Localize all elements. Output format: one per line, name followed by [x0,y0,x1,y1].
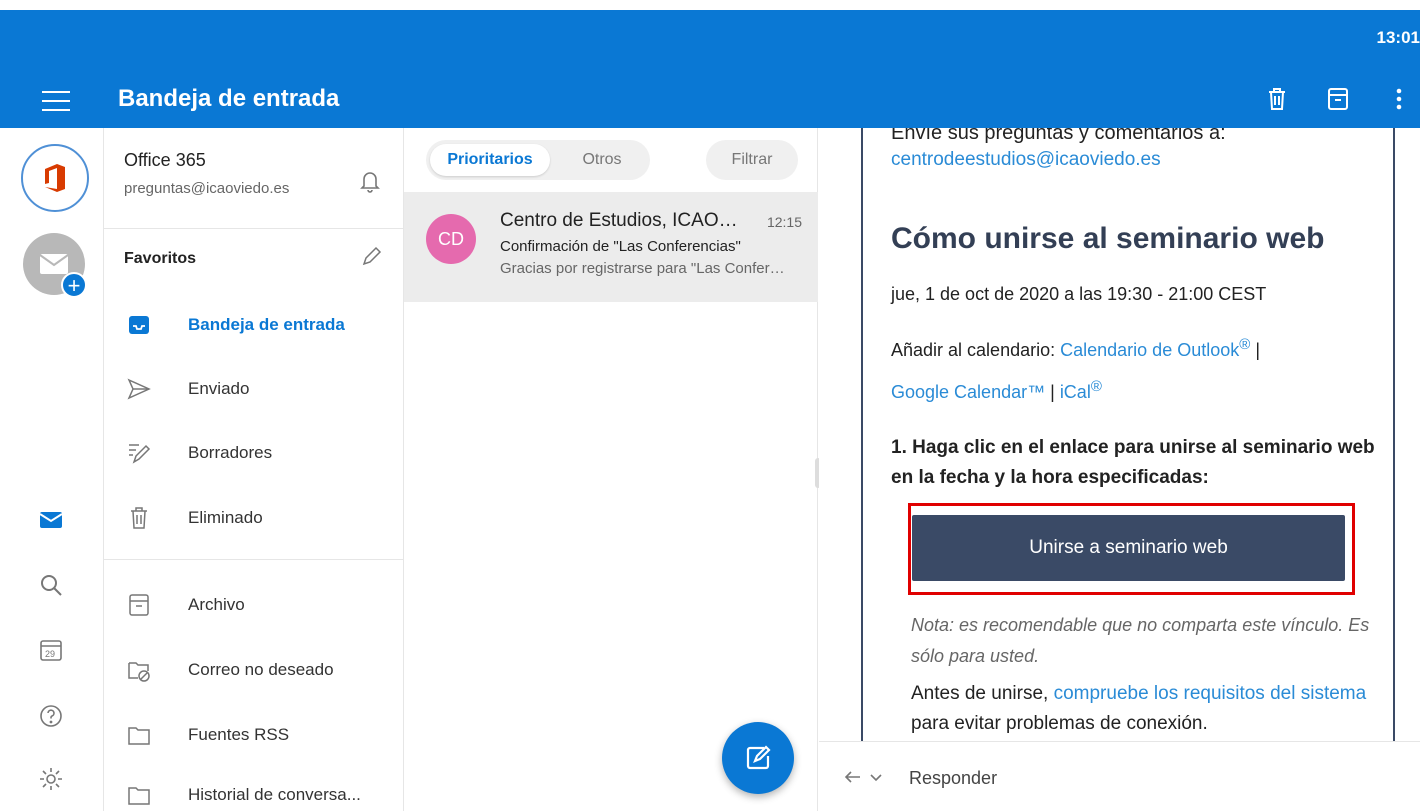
folder-drafts[interactable]: Borradores [104,428,404,478]
junk-icon [126,657,152,683]
intro-text: Envíe sus preguntas y comentarios a: [891,128,1226,144]
step-1-text: 1. Haga clic en el enlace para unirse al… [891,437,1375,488]
folder-label: Archivo [188,595,245,614]
email-heading: Cómo unirse al seminario web [891,222,1325,255]
folder-archive[interactable]: Archivo [104,580,404,630]
divider [104,228,404,229]
folder-deleted[interactable]: Eliminado [104,493,404,543]
tab-focused[interactable]: Prioritarios [430,144,550,176]
compose-button[interactable] [722,722,794,794]
folder-label: Bandeja de entrada [188,315,345,334]
trash-icon [126,505,152,531]
settings-icon[interactable] [38,766,64,792]
drafts-icon [126,440,152,466]
avatar: CD [426,214,476,264]
archive-icon[interactable] [1323,84,1353,114]
svg-text:29: 29 [45,649,55,659]
folder-panel: Office 365 preguntas@icaoviedo.es Favori… [104,128,404,811]
outlook-calendar-link[interactable]: Calendario de Outlook® [1060,336,1250,360]
calendar-icon[interactable]: 29 [38,637,64,663]
system-requirements-link[interactable]: compruebe los requisitos del sistema [1054,683,1367,704]
message-preview: Gracias por registrarse para "Las Confer… [500,260,790,277]
bell-icon[interactable] [358,168,382,194]
folder-conversation-history[interactable]: Historial de conversa... [104,770,404,811]
reply-label: Responder [909,768,998,788]
more-icon[interactable] [1384,84,1414,114]
folder-label: Borradores [188,443,273,462]
edit-favorites-icon[interactable] [360,246,382,268]
reply-bar[interactable]: Responder [819,741,1420,811]
archive-icon [126,592,152,618]
page-title: Bandeja de entrada [118,85,340,112]
list-item[interactable]: CD Centro de Estudios, ICAOviedo 12:15 C… [404,192,818,302]
message-sender: Centro de Estudios, ICAOviedo [500,210,740,231]
add-account-icon[interactable]: + [61,272,87,298]
divider [104,559,404,560]
trash-icon[interactable] [1262,84,1292,114]
separator: | [1050,382,1055,402]
folder-label: Eliminado [188,508,263,527]
join-webinar-button[interactable]: Unirse a seminario web [912,515,1345,581]
message-time: 12:15 [766,214,802,230]
folder-label: Historial de conversa... [188,785,361,804]
folder-icon [126,782,152,808]
ical-link[interactable]: iCal® [1060,378,1102,402]
folder-rss[interactable]: Fuentes RSS [104,710,404,760]
reading-pane: Envíe sus preguntas y comentarios a: cen… [819,128,1420,741]
search-icon[interactable] [38,572,64,598]
folder-junk[interactable]: Correo no deseado [104,645,404,695]
folder-label: Enviado [188,379,250,398]
office365-account-icon[interactable] [21,144,89,212]
account-name: Office 365 [124,150,206,170]
before-text: Antes de unirse, [911,683,1049,704]
reply-icon [843,768,889,788]
folder-icon [126,722,152,748]
add-calendar-label: Añadir al calendario: [891,340,1056,360]
note-text: Nota: es recomendable que no comparta es… [911,615,1370,666]
google-calendar-link[interactable]: Google Calendar™ [891,382,1045,402]
favorites-header: Favoritos [124,250,197,267]
after-text: para evitar problemas de conexión. [911,713,1208,734]
folder-label: Fuentes RSS [188,725,290,744]
contact-email-link[interactable]: centrodeestudios@icaoviedo.es [891,149,1161,171]
app-header: 13:01 Bandeja de entrada [0,10,1420,128]
inbox-icon [126,312,152,338]
help-icon[interactable] [38,703,64,729]
message-subject: Confirmación de "Las Conferencias" [500,238,741,255]
folder-label: Correo no deseado [188,660,334,679]
sent-icon [126,376,152,402]
account-email: preguntas@icaoviedo.es [124,180,290,197]
mail-icon[interactable] [38,507,64,533]
menu-icon[interactable] [42,91,70,111]
status-time: 13:01 [1376,28,1420,47]
add-calendar-line-2: Google Calendar™ | iCal® [891,378,1102,403]
filter-button[interactable]: Filtrar [706,140,798,180]
message-list: Prioritarios Otros Filtrar CD Centro de … [404,128,818,811]
tab-other[interactable]: Otros [572,144,632,176]
folder-inbox[interactable]: Bandeja de entrada [104,300,404,350]
compose-icon [746,745,771,770]
separator: | [1255,340,1261,360]
webinar-date: jue, 1 de oct de 2020 a las 19:30 - 21:0… [891,284,1267,304]
inbox-pivot: Prioritarios Otros [426,140,650,180]
add-calendar-line: Añadir al calendario: Calendario de Outl… [891,336,1260,361]
requirements-text: Antes de unirse, compruebe los requisito… [911,679,1381,739]
folder-sent[interactable]: Enviado [104,364,404,414]
